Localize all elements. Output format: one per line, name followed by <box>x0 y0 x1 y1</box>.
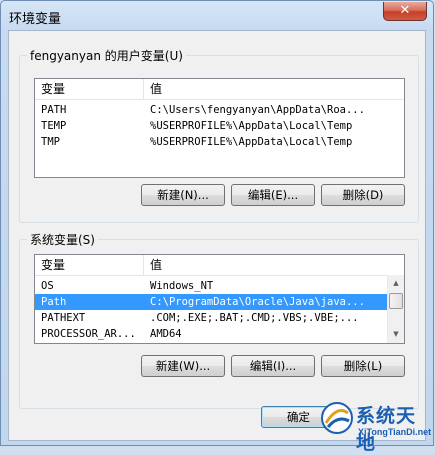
scroll-thumb[interactable] <box>389 293 403 309</box>
list-item[interactable]: TEMP %USERPROFILE%\AppData\Local\Temp <box>35 118 404 134</box>
list-item-selected[interactable]: Path C:\ProgramData\Oracle\Java\java... <box>35 294 387 310</box>
scroll-up-icon[interactable]: ▲ <box>388 275 404 292</box>
window-title: 环境变量 <box>9 12 62 27</box>
header-value[interactable]: 值 <box>144 255 389 275</box>
system-variables-list[interactable]: 变量 值 OS Windows_NT Path C:\ProgramData\O… <box>34 254 405 344</box>
header-value[interactable]: 值 <box>144 79 404 99</box>
title-bar[interactable]: 环境变量 ✕ <box>1 1 433 31</box>
list-item[interactable]: OS Windows_NT <box>35 278 387 294</box>
variable-name: TMP <box>41 136 60 148</box>
user-list-header: 变量 值 <box>35 79 404 100</box>
watermark-logo-icon <box>321 402 353 434</box>
variable-name: PROCESSOR_AR... <box>41 328 136 340</box>
watermark-subtext: XiTongTianDi.net <box>358 427 432 437</box>
vertical-scrollbar[interactable]: ▲ ▼ <box>387 275 404 343</box>
variable-name: PATH <box>41 104 67 116</box>
variable-value: C:\Users\fengyanyan\AppData\Roa... <box>150 104 365 116</box>
user-variables-list[interactable]: 变量 值 PATH C:\Users\fengyanyan\AppData\Ro… <box>34 78 405 178</box>
list-item[interactable]: TMP %USERPROFILE%\AppData\Local\Temp <box>35 134 404 150</box>
environment-variables-dialog: 环境变量 ✕ fengyanyan 的用户变量(U) 变量 值 PATH C:\… <box>0 0 434 446</box>
close-icon: ✕ <box>399 3 411 18</box>
system-new-button[interactable]: 新建(W)... <box>141 355 225 377</box>
variable-value: .COM;.EXE;.BAT;.CMD;.VBS;.VBE;... <box>150 312 359 324</box>
user-new-button[interactable]: 新建(N)... <box>141 184 225 206</box>
variable-value: %USERPROFILE%\AppData\Local\Temp <box>150 136 353 148</box>
close-button[interactable]: ✕ <box>383 2 427 21</box>
list-item[interactable]: PATHEXT .COM;.EXE;.BAT;.CMD;.VBS;.VBE;..… <box>35 310 387 326</box>
system-variables-label: 系统变量(S) <box>27 231 98 248</box>
system-list-header: 变量 值 <box>35 255 404 276</box>
scroll-down-icon[interactable]: ▼ <box>388 326 404 343</box>
variable-value: Windows_NT <box>150 280 214 292</box>
system-delete-button[interactable]: 删除(L) <box>321 355 405 377</box>
user-variables-label: fengyanyan 的用户变量(U) <box>27 47 186 64</box>
site-watermark: 系统天地 XiTongTianDi.net <box>318 393 435 454</box>
variable-value: %USERPROFILE%\AppData\Local\Temp <box>150 120 353 132</box>
header-variable[interactable]: 变量 <box>35 79 143 99</box>
list-item[interactable]: PROCESSOR_AR... AMD64 <box>35 326 387 342</box>
variable-value: C:\ProgramData\Oracle\Java\java... <box>150 296 365 308</box>
variable-name: Path <box>41 296 67 308</box>
dialog-client-area: fengyanyan 的用户变量(U) 变量 值 PATH C:\Users\f… <box>8 30 426 441</box>
variable-name: TEMP <box>41 120 67 132</box>
variable-name: PATHEXT <box>41 312 86 324</box>
user-edit-button[interactable]: 编辑(E)... <box>231 184 315 206</box>
user-delete-button[interactable]: 删除(D) <box>321 184 405 206</box>
header-variable[interactable]: 变量 <box>35 255 143 275</box>
list-item[interactable]: PATH C:\Users\fengyanyan\AppData\Roa... <box>35 102 404 118</box>
variable-name: OS <box>41 280 54 292</box>
variable-value: AMD64 <box>150 328 182 340</box>
system-edit-button[interactable]: 编辑(I)... <box>231 355 315 377</box>
